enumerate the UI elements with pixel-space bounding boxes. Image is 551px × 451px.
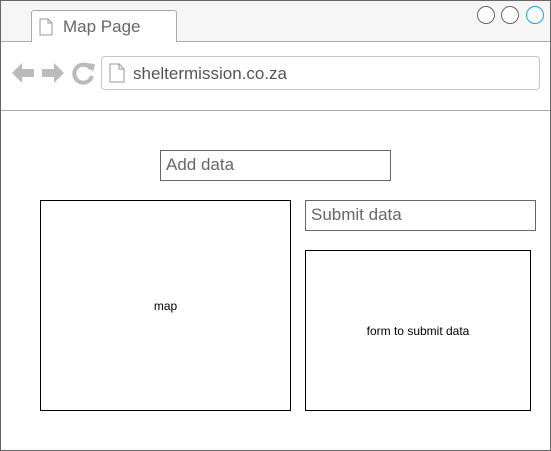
address-bar[interactable]: sheltermission.co.za [101, 56, 540, 90]
maximize-button[interactable] [501, 6, 519, 24]
reload-icon[interactable] [72, 61, 96, 90]
minimize-button[interactable] [477, 6, 495, 24]
tab-title: Map Page [63, 17, 141, 36]
back-arrow-icon[interactable] [11, 61, 35, 90]
browser-tab[interactable]: Map Page [31, 10, 177, 42]
document-icon [39, 18, 53, 41]
map-label: map [153, 298, 178, 313]
form-label: form to submit data [366, 323, 470, 338]
tab-cover [32, 41, 175, 42]
forward-arrow-icon[interactable] [41, 61, 65, 90]
document-icon [109, 63, 125, 88]
close-button[interactable] [526, 6, 544, 24]
map-area[interactable]: map [40, 200, 291, 411]
url-text: sheltermission.co.za [133, 64, 288, 83]
submit-data-input[interactable]: Submit data [305, 200, 536, 231]
add-data-input[interactable]: Add data [160, 150, 391, 181]
submit-form-area[interactable]: form to submit data [305, 250, 531, 411]
